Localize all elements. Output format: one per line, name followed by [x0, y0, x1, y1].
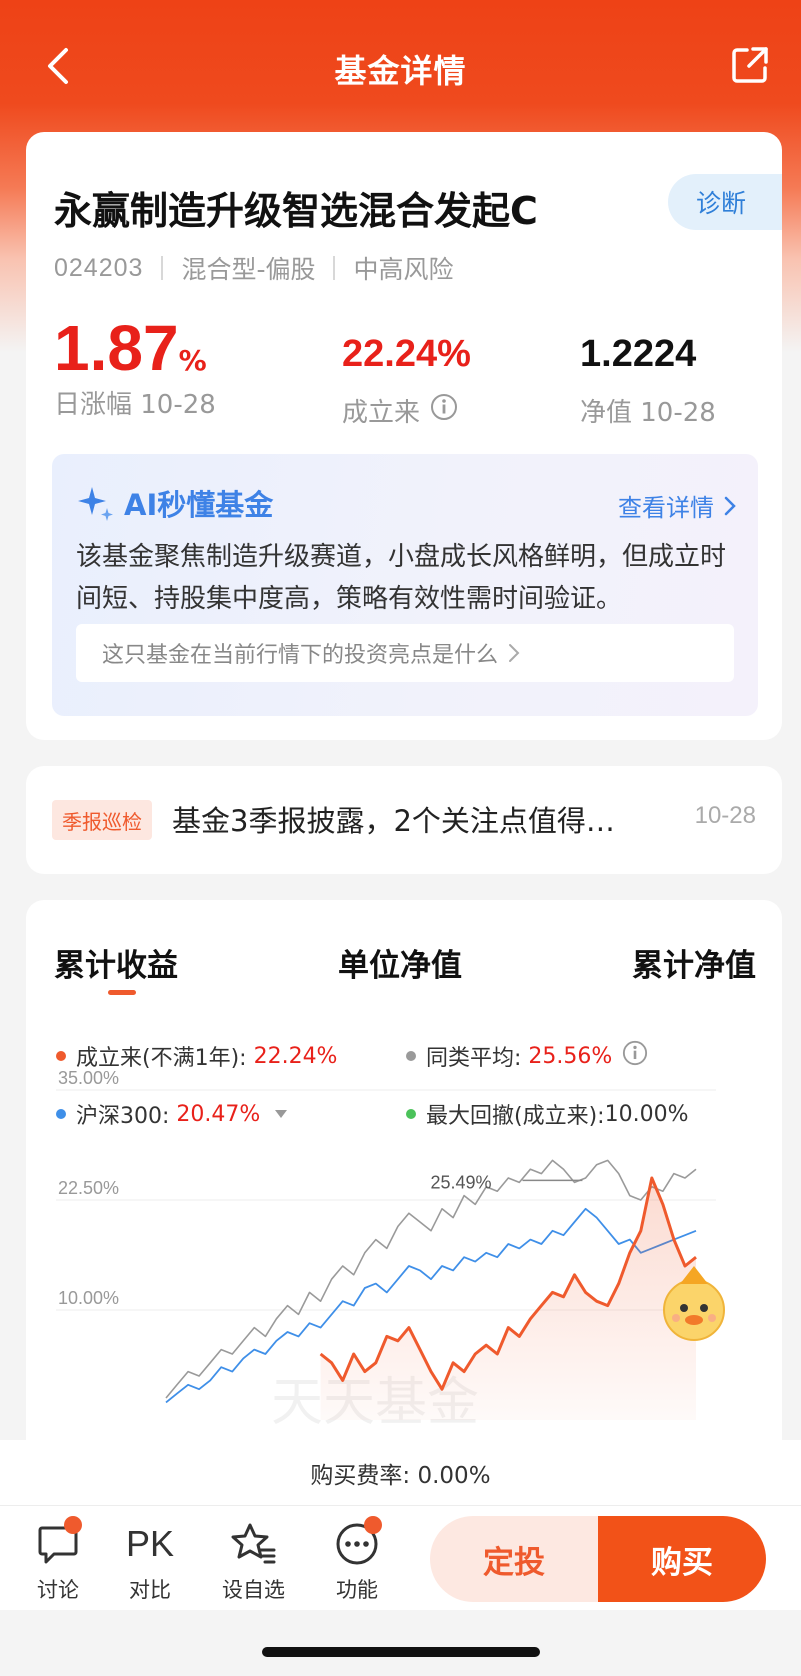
- nav-stat: 1.2224 净值 10-28: [580, 330, 716, 429]
- ai-summary-box: AI秒懂基金 查看详情 该基金聚焦制造升级赛道，小盘成长风格鲜明，但成立时间短、…: [52, 454, 758, 716]
- safe-area: [0, 1610, 801, 1676]
- pk-icon: PK: [126, 1523, 175, 1564]
- notice-tag: 季报巡检: [52, 800, 152, 840]
- fund-type: 混合型-偏股: [181, 255, 316, 284]
- auto-invest-button[interactable]: 定投: [430, 1516, 598, 1602]
- purchase-fee-bar: 购买费率: 0.00%: [0, 1440, 801, 1506]
- purchase-fee-text: 购买费率: 0.00%: [310, 1462, 491, 1489]
- notice-date: 10-28: [694, 802, 756, 829]
- fund-info-card: 永赢制造升级智选混合发起C 诊断 024203 混合型-偏股 中高风险 1.87…: [26, 132, 782, 740]
- y-tick-label: 22.50%: [58, 1178, 119, 1198]
- star-list-icon: [231, 1523, 275, 1564]
- functions-button[interactable]: 功能: [334, 1516, 382, 1604]
- purchase-buttons: 定投 购买: [430, 1516, 766, 1602]
- discuss-label: 讨论: [37, 1578, 79, 1602]
- share-icon[interactable]: [729, 44, 771, 86]
- home-indicator: [262, 1647, 540, 1657]
- notification-badge: [64, 1516, 82, 1534]
- page-title: 基金详情: [334, 52, 467, 90]
- top-bar: 基金详情: [0, 0, 801, 130]
- notification-badge: [364, 1516, 382, 1534]
- daily-change-value: 1.87: [54, 312, 179, 384]
- performance-chart-card: 累计收益 单位净值 累计净值 成立来(不满1年): 22.24% 同类平均: 2…: [26, 900, 782, 1460]
- daily-change-label: 日涨幅 10-28: [54, 390, 216, 420]
- functions-label: 功能: [336, 1578, 378, 1602]
- daily-change-stat: 1.87% 日涨幅 10-28: [54, 312, 216, 421]
- peak-value-label: 25.49%: [430, 1172, 491, 1192]
- fund-code: 024203: [54, 253, 144, 282]
- since-inception-label: 成立来: [342, 398, 421, 428]
- since-inception-stat: 22.24% 成立来: [342, 330, 471, 429]
- nav-value: 1.2224: [580, 333, 697, 375]
- ai-title-text: AI秒懂基金: [124, 488, 274, 522]
- ai-more-label: 查看详情: [618, 494, 714, 522]
- chevron-right-icon: [509, 644, 520, 662]
- ai-more-link[interactable]: 查看详情: [618, 488, 736, 523]
- buy-button[interactable]: 购买: [598, 1516, 766, 1602]
- discuss-button[interactable]: 讨论: [36, 1516, 82, 1604]
- ai-title: AI秒懂基金: [76, 482, 273, 524]
- watchlist-button[interactable]: 设自选: [222, 1520, 285, 1604]
- y-tick-label: 35.00%: [58, 1068, 119, 1088]
- ai-question-text: 这只基金在当前行情下的投资亮点是什么: [102, 643, 499, 668]
- fund-meta: 024203 混合型-偏股 中高风险: [54, 250, 453, 286]
- divider: [161, 256, 164, 280]
- chevron-right-icon: [724, 496, 736, 515]
- diagnose-button[interactable]: 诊断: [668, 174, 782, 230]
- notice-text: 基金3季报披露，2个关注点值得…: [172, 804, 615, 838]
- ai-question-chip[interactable]: 这只基金在当前行情下的投资亮点是什么: [76, 624, 734, 682]
- sparkle-icon: [78, 487, 113, 521]
- return-chart[interactable]: 35.00%22.50%10.00%天天基金 25.49%: [26, 900, 782, 1460]
- quarterly-report-notice[interactable]: 季报巡检 基金3季报披露，2个关注点值得… 10-28: [26, 766, 782, 874]
- fund-name: 永赢制造升级智选混合发起C: [54, 189, 538, 233]
- nav-label: 净值 10-28: [580, 398, 716, 428]
- watchlist-label: 设自选: [222, 1578, 285, 1602]
- compare-label: 对比: [129, 1578, 172, 1602]
- fund-risk: 中高风险: [353, 255, 454, 284]
- divider: [333, 256, 336, 280]
- daily-change-unit: %: [178, 344, 207, 377]
- compare-button[interactable]: PK 对比: [126, 1520, 174, 1604]
- since-inception-value: 22.24%: [342, 333, 471, 375]
- ai-summary-text: 该基金聚焦制造升级赛道，小盘成长风格鲜明，但成立时间短、持股集中度高，策略有效性…: [76, 542, 727, 614]
- y-tick-label: 10.00%: [58, 1288, 119, 1308]
- fund-return-area: [320, 1178, 696, 1420]
- info-icon[interactable]: [430, 393, 458, 428]
